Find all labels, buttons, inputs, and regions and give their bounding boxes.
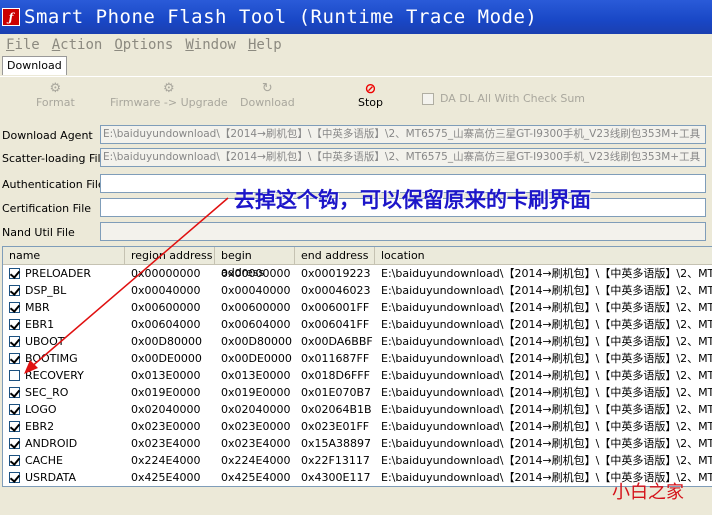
arrow-line [29,197,229,369]
annotation-text: 去掉这个钩，可以保留原来的卡刷界面 [234,188,591,212]
watermark: 小白之家 [612,482,684,503]
annotation-arrow [24,197,229,374]
